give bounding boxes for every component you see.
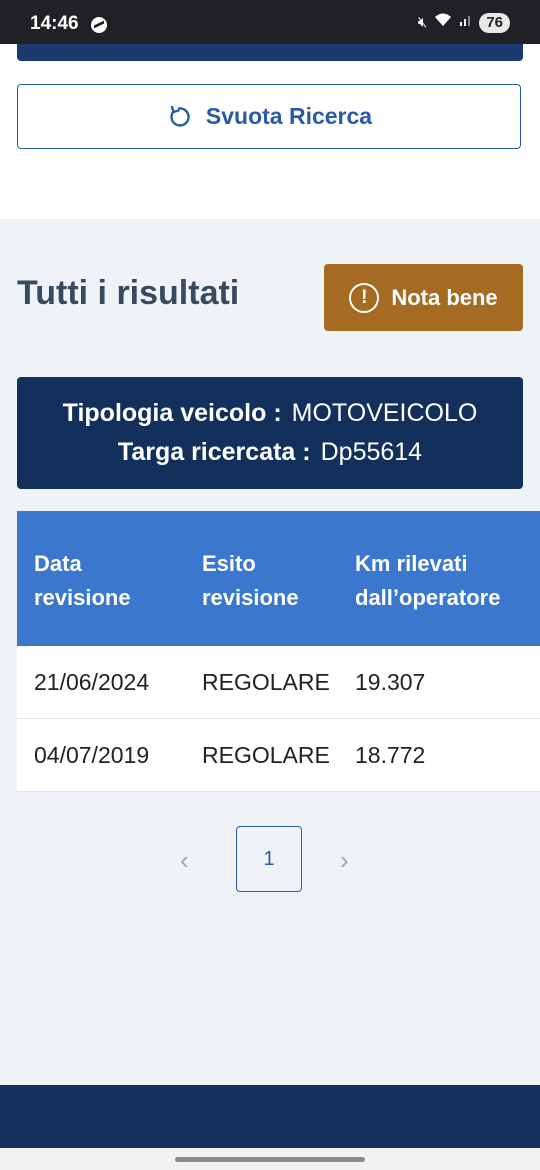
header-km-line1: Km rilevati: [355, 551, 468, 576]
reset-icon: [170, 105, 190, 127]
plate-value: Dp55614: [320, 438, 423, 466]
vehicle-type-label: Tipologia veicolo :: [62, 399, 282, 427]
status-bar: 14:46 🔇︎ 76: [0, 0, 540, 44]
cell-outcome: REGOLARE: [202, 669, 330, 695]
results-table[interactable]: Data revisione Esito revisione Km rileva…: [17, 511, 540, 792]
reset-search-button[interactable]: Svuota Ricerca: [17, 84, 521, 149]
header-date-line2: revisione: [34, 585, 131, 610]
header-date: Data revisione: [34, 547, 131, 615]
header-outcome: Esito revisione: [202, 547, 299, 615]
header-outcome-line2: revisione: [202, 585, 299, 610]
status-time: 14:46: [30, 13, 79, 34]
search-summary-box: Tipologia veicolo : MOTOVEICOLO Targa ric…: [17, 377, 523, 489]
cell-date: 04/07/2019: [34, 742, 150, 768]
alert-icon: !: [349, 282, 380, 313]
plate-label: Targa ricercata :: [117, 438, 311, 466]
vehicle-type-line: Tipologia veicolo : MOTOVEICOLO: [63, 399, 478, 428]
cell-km: 18.772: [355, 742, 426, 768]
search-button[interactable]: [17, 44, 523, 61]
cell-km: 19.307: [355, 669, 426, 695]
header-outcome-line1: Esito: [202, 551, 256, 576]
pagination-page-button[interactable]: 1: [236, 826, 302, 892]
pagination-prev-button[interactable]: ‹: [180, 845, 189, 876]
messenger-icon: [91, 17, 107, 33]
cell-outcome: REGOLARE: [202, 742, 330, 768]
table-row: 04/07/2019 REGOLARE 18.772: [17, 719, 540, 792]
vehicle-type-value: MOTOVEICOLO: [291, 399, 478, 427]
results-title: Tutti i risultati: [17, 274, 240, 312]
mute-icon: 🔇︎: [417, 14, 428, 31]
signal-icon: [459, 13, 473, 33]
header-date-line1: Data: [34, 551, 82, 576]
home-gesture-handle[interactable]: [175, 1157, 365, 1162]
plate-line: Targa ricercata : Dp55614: [118, 438, 422, 467]
reset-search-label: Svuota Ricerca: [205, 103, 373, 129]
table-row: 21/06/2024 REGOLARE 19.307: [17, 646, 540, 719]
table-header: Data revisione Esito revisione Km rileva…: [17, 511, 540, 646]
footer: [0, 1085, 540, 1148]
note-button-label: Nota bene: [391, 284, 498, 310]
note-button[interactable]: ! Nota bene: [324, 264, 523, 331]
cell-date: 21/06/2024: [34, 669, 150, 695]
pagination-next-button[interactable]: ›: [340, 845, 349, 876]
wifi-icon: [433, 12, 453, 34]
status-icons: 🔇︎ 76: [418, 12, 510, 34]
header-km-line2: dall’operatore: [355, 585, 501, 610]
header-km: Km rilevati dall’operatore: [355, 547, 500, 615]
battery-indicator: 76: [479, 13, 510, 33]
